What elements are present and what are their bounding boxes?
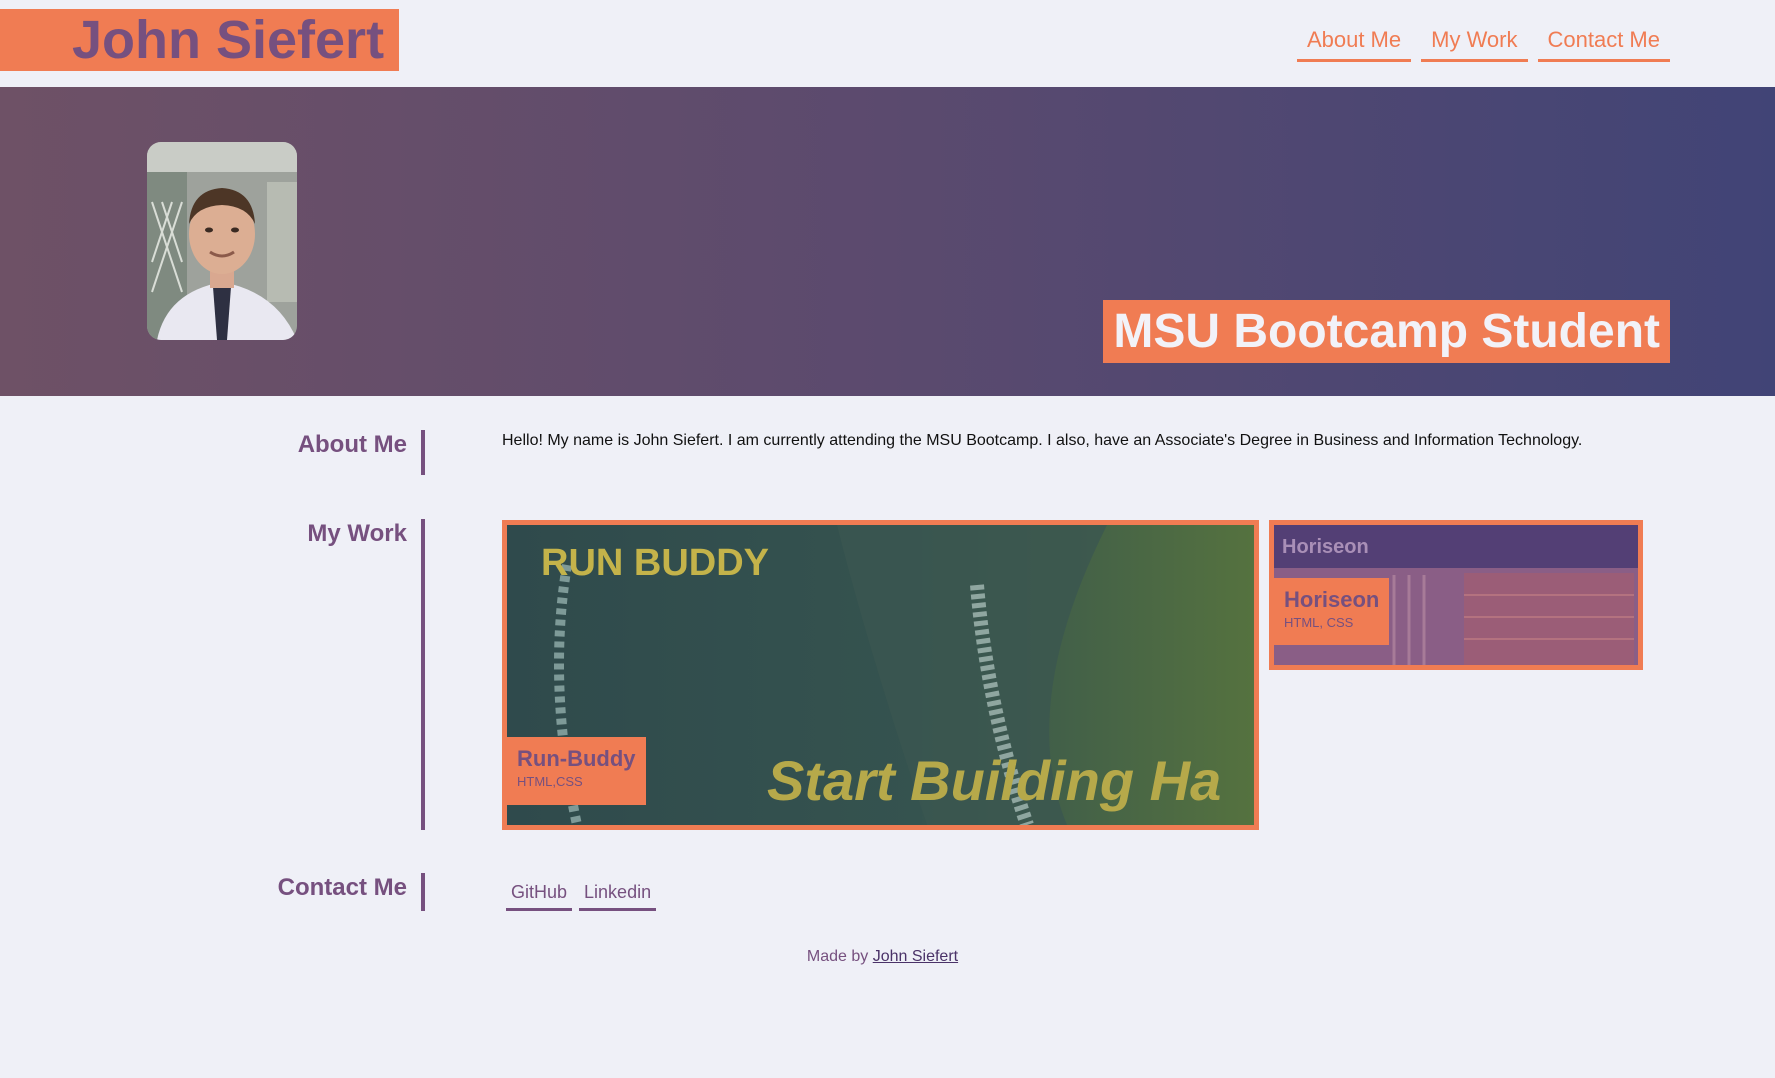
project-name: Run-Buddy xyxy=(517,746,636,771)
hero-banner: MSU Bootcamp Student xyxy=(0,87,1775,396)
footer-author-link[interactable]: John Siefert xyxy=(873,948,958,965)
work-heading: My Work xyxy=(307,520,407,547)
project-name: Horiseon xyxy=(1284,587,1380,612)
about-heading: About Me xyxy=(297,431,407,458)
site-title: John Siefert xyxy=(0,9,399,71)
profile-photo xyxy=(147,142,297,340)
contact-heading: Contact Me xyxy=(277,874,407,901)
main-nav: About Me My Work Contact Me xyxy=(1296,26,1670,62)
project-tech: HTML,CSS xyxy=(517,774,583,789)
work-divider xyxy=(421,519,425,830)
run-buddy-image-slogan: Start Building Ha xyxy=(767,749,1221,812)
horiseon-label: Horiseon HTML, CSS xyxy=(1274,578,1390,645)
contact-divider xyxy=(421,873,425,911)
project-tech: HTML, CSS xyxy=(1284,615,1354,630)
about-divider xyxy=(421,430,425,475)
contact-links: GitHub Linkedin xyxy=(506,880,657,911)
about-text: Hello! My name is John Siefert. I am cur… xyxy=(502,432,1583,449)
nav-my-work[interactable]: My Work xyxy=(1421,26,1528,62)
nav-contact-me[interactable]: Contact Me xyxy=(1537,26,1670,62)
run-buddy-label: Run-Buddy HTML,CSS xyxy=(507,737,646,805)
run-buddy-image-title: RUN BUDDY xyxy=(541,542,769,584)
footer-prefix: Made by xyxy=(806,948,873,965)
hero-title: MSU Bootcamp Student xyxy=(1103,300,1670,363)
project-card-run-buddy[interactable]: RUN BUDDY Start Building Ha Run-Buddy HT… xyxy=(502,520,1259,830)
site-header: John Siefert About Me My Work Contact Me xyxy=(0,0,1775,87)
github-link[interactable]: GitHub xyxy=(506,880,573,911)
horiseon-image-title: Horiseon xyxy=(1282,536,1369,558)
nav-about-me[interactable]: About Me xyxy=(1296,26,1412,62)
linkedin-link[interactable]: Linkedin xyxy=(579,880,657,911)
site-footer: Made by John Siefert xyxy=(0,948,1765,966)
project-card-horiseon[interactable]: Horiseon Horiseon HTML, CSS xyxy=(1269,520,1643,670)
